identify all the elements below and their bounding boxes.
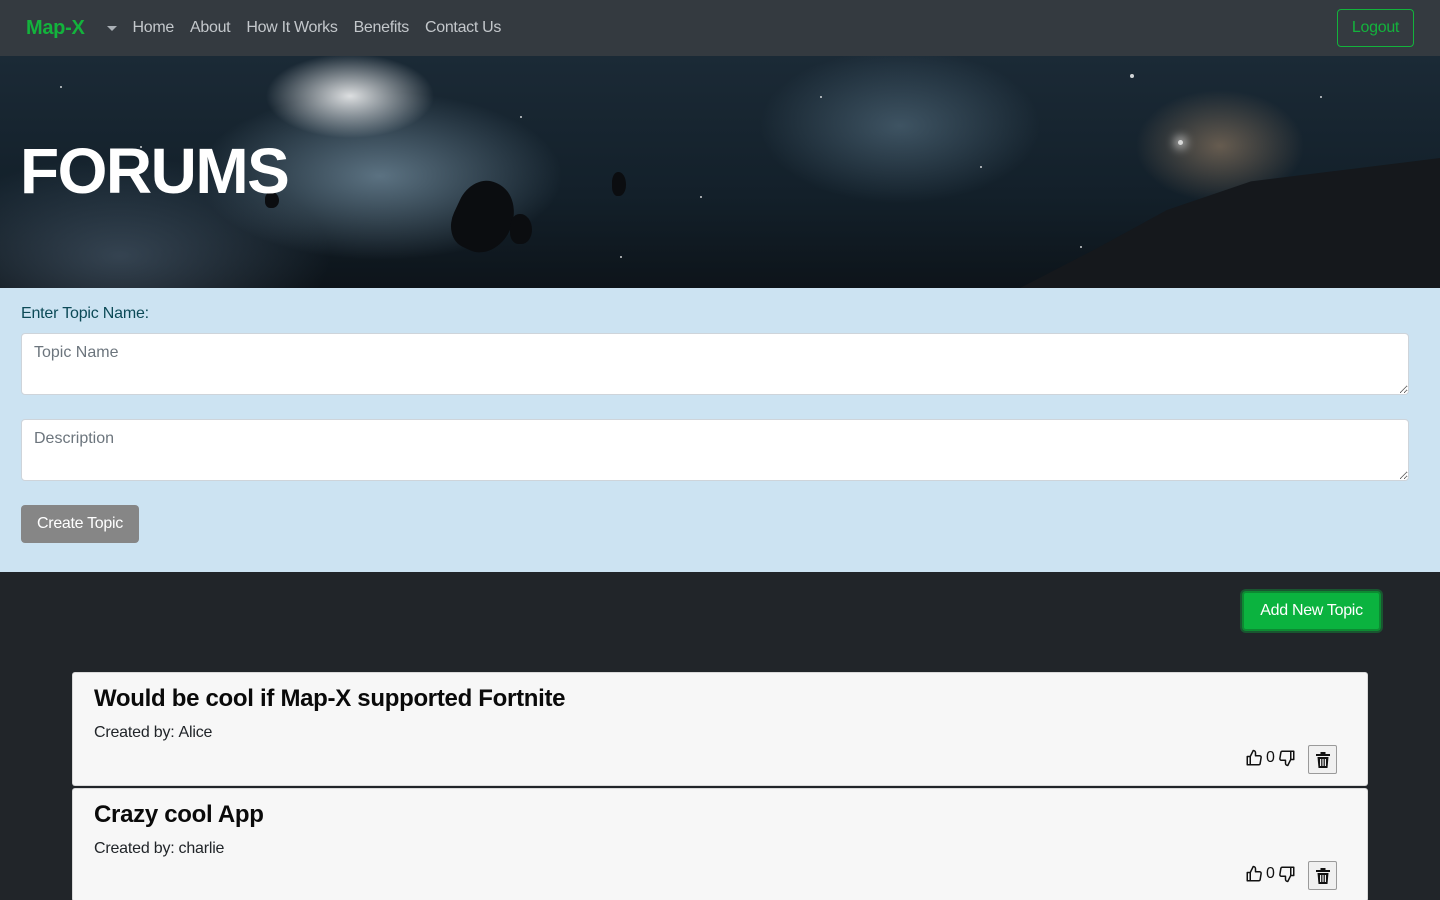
- trash-icon: [1315, 867, 1330, 884]
- nav-link-contact-us[interactable]: Contact Us: [425, 19, 501, 37]
- created-by-label: Created by:: [94, 724, 175, 741]
- star-decoration: [1130, 74, 1134, 78]
- nav-link-about[interactable]: About: [190, 19, 231, 37]
- topic-title[interactable]: Crazy cool App: [94, 801, 264, 829]
- page-title: FORUMS: [20, 135, 290, 207]
- vote-controls: 0: [1245, 747, 1296, 769]
- star-decoration: [700, 196, 702, 198]
- topic-card: Crazy cool App Created by: charlie 0: [72, 788, 1368, 900]
- add-new-topic-button[interactable]: Add New Topic: [1242, 591, 1381, 631]
- thumbs-up-icon[interactable]: [1245, 749, 1263, 767]
- topic-name-input[interactable]: [21, 333, 1409, 395]
- asteroid-decoration: [510, 214, 532, 244]
- delete-topic-button[interactable]: [1308, 861, 1337, 890]
- topic-title[interactable]: Would be cool if Map-X supported Fortnit…: [94, 685, 566, 713]
- author-name: charlie: [178, 840, 225, 857]
- brand-logo[interactable]: Map-X: [26, 17, 85, 40]
- topic-author: Created by: charlie: [94, 840, 224, 858]
- vote-controls: 0: [1245, 863, 1296, 885]
- navbar: Map-X Home About How It Works Benefits C…: [0, 0, 1440, 56]
- description-input[interactable]: [21, 419, 1409, 481]
- create-topic-button[interactable]: Create Topic: [21, 505, 139, 543]
- thumbs-down-icon[interactable]: [1278, 749, 1296, 767]
- star-decoration: [620, 256, 622, 258]
- delete-topic-button[interactable]: [1308, 745, 1337, 774]
- hero-banner: FORUMS: [0, 56, 1440, 288]
- star-decoration: [520, 116, 522, 118]
- thumbs-up-icon[interactable]: [1245, 865, 1263, 883]
- star-decoration: [820, 96, 822, 98]
- topic-card: Would be cool if Map-X supported Fortnit…: [72, 672, 1368, 786]
- created-by-label: Created by:: [94, 840, 175, 857]
- create-topic-form: Enter Topic Name: Create Topic: [0, 288, 1440, 572]
- asteroid-decoration: [612, 172, 626, 196]
- vote-count: 0: [1266, 865, 1275, 882]
- asteroid-rock-decoration: [1020, 158, 1440, 288]
- nav-link-how-it-works[interactable]: How It Works: [246, 19, 338, 37]
- star-decoration: [1080, 246, 1082, 248]
- thumbs-down-icon[interactable]: [1278, 865, 1296, 883]
- nav-link-home[interactable]: Home: [133, 19, 175, 37]
- topic-author: Created by: Alice: [94, 724, 212, 742]
- topic-name-label: Enter Topic Name:: [21, 305, 149, 322]
- author-name: Alice: [178, 724, 213, 741]
- chevron-down-icon[interactable]: [106, 26, 117, 31]
- logout-button[interactable]: Logout: [1337, 9, 1414, 47]
- vote-count: 0: [1266, 749, 1275, 766]
- trash-icon: [1315, 751, 1330, 768]
- star-decoration: [60, 86, 62, 88]
- star-decoration: [980, 166, 982, 168]
- star-decoration: [1320, 96, 1322, 98]
- star-decoration: [1178, 140, 1183, 145]
- nav-link-benefits[interactable]: Benefits: [354, 19, 410, 37]
